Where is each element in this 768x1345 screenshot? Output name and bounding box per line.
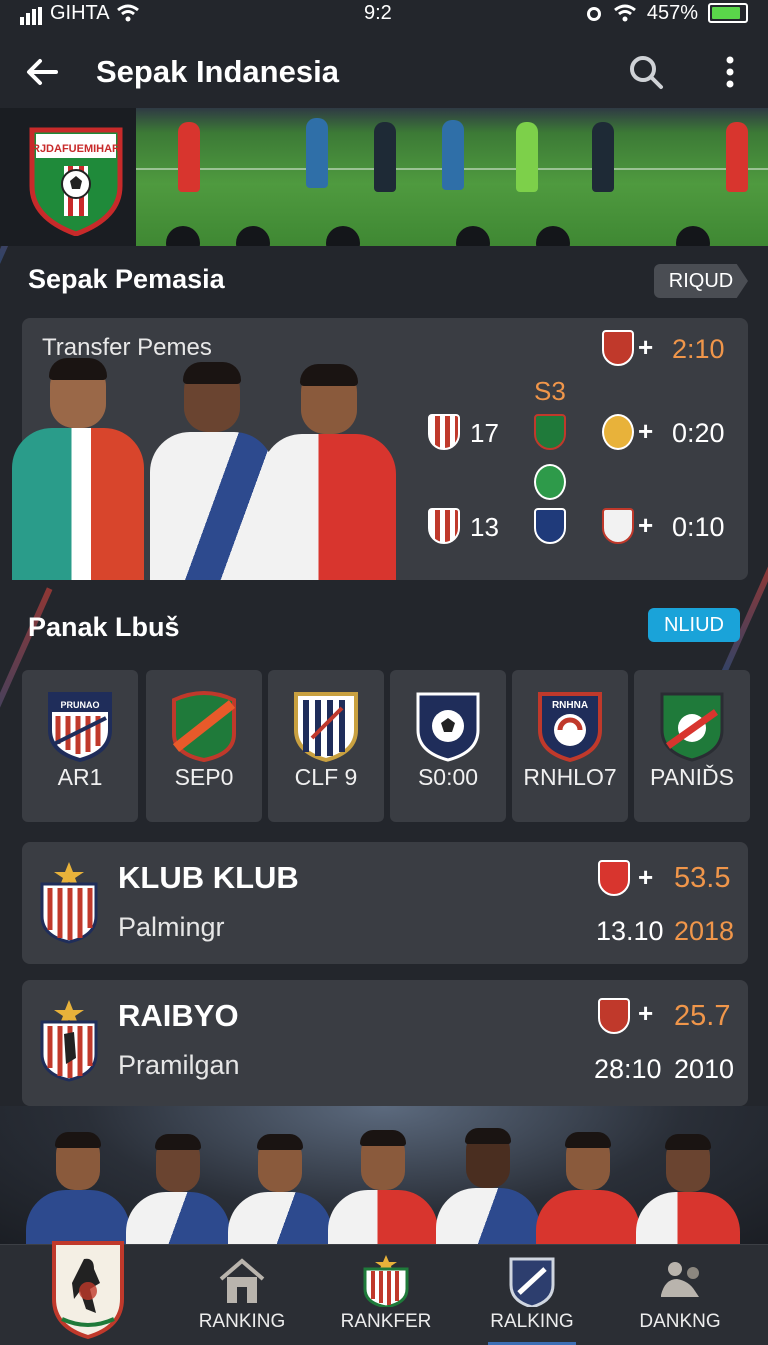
match-date: 13.10	[596, 916, 664, 946]
club-crest-icon	[534, 508, 566, 544]
club-score: 53.5	[674, 862, 731, 894]
club-tile[interactable]: PRUNAO AR1	[22, 670, 138, 822]
tile-label: AR1	[57, 764, 103, 790]
club-crest-icon: RJDAFUEMIHAR	[29, 127, 123, 236]
stadium-pitch-image	[136, 108, 768, 246]
club-crest-icon	[172, 691, 236, 762]
section-badge[interactable]: NLIUD	[648, 608, 740, 642]
club-tile[interactable]: RNHNA RNHLO7	[512, 670, 628, 822]
wifi-icon	[116, 4, 139, 22]
nav-label: RANKING	[198, 1311, 286, 1332]
plus-icon: +	[638, 998, 654, 1028]
tile-label: SEP0	[174, 764, 234, 790]
club-crest-icon	[598, 998, 630, 1034]
hero-crest-text: RJDAFUEMIHAR	[32, 143, 120, 155]
match-year: 2018	[674, 916, 735, 946]
plus-icon: +	[638, 862, 654, 892]
player-photo	[150, 362, 274, 580]
club-crest-icon	[416, 692, 480, 762]
team-photo	[0, 1106, 768, 1244]
player-number: 17	[470, 418, 499, 448]
match-date: 28:10	[594, 1054, 662, 1084]
back-arrow-icon[interactable]	[22, 52, 62, 92]
battery-icon	[708, 3, 748, 23]
club-score: 25.7	[674, 1000, 731, 1032]
nav-label: DANKNG	[639, 1311, 721, 1332]
club-tile[interactable]: S0:00	[390, 670, 506, 822]
shield-icon	[509, 1257, 555, 1307]
status-bar: GIHTA 9:2 457%	[0, 0, 768, 26]
nav-item-dankng[interactable]: DANKNG	[628, 1245, 732, 1345]
club-crest-icon: RNHNA	[538, 692, 602, 762]
section-badge[interactable]: RIQUD	[654, 264, 748, 298]
club-crest-icon: PRUNAO	[48, 692, 112, 762]
nav-item-rankfer[interactable]: RANKFER	[334, 1245, 438, 1345]
tile-label: PANIĎS	[650, 764, 734, 790]
tile-label: RNHLO7	[523, 764, 617, 790]
plus-icon: +	[638, 510, 654, 540]
app-bar: Sepak Indanesia	[0, 40, 768, 104]
club-row[interactable]: RAIBYO Pramilgan + 25.7 28:10 2010	[22, 980, 748, 1106]
more-vert-icon[interactable]	[718, 52, 742, 92]
alarm-icon	[586, 7, 601, 21]
tile-label: S0:00	[417, 764, 479, 790]
player-photo	[12, 358, 144, 580]
club-subtitle: Pramilgan	[118, 1050, 240, 1080]
plus-icon: +	[638, 416, 654, 446]
score: 0:20	[672, 418, 725, 448]
score: 2:10	[672, 334, 725, 364]
club-name: KLUB KLUB	[118, 860, 299, 895]
tile-label: CLF 9	[294, 764, 358, 790]
bottom-nav: RANKING RANKFER RALKING DANKNG	[0, 1241, 768, 1345]
player-number: 13	[470, 512, 499, 542]
club-tile[interactable]: SEP0	[146, 670, 262, 822]
club-crest-icon	[40, 862, 98, 944]
score: 0:10	[672, 512, 725, 542]
player-icon	[661, 1262, 699, 1297]
match-year: 2010	[674, 1054, 735, 1084]
center-label: S3	[534, 376, 566, 406]
player-photo	[262, 364, 396, 580]
club-crest-icon	[602, 414, 634, 450]
search-icon[interactable]	[626, 52, 666, 92]
club-crest-icon	[534, 414, 566, 450]
hero-banner: RJDAFUEMIHAR	[0, 108, 768, 246]
club-crest-icon	[598, 860, 630, 896]
club-tile[interactable]: CLF 9	[268, 670, 384, 822]
section-title: Sepak Pemasia	[28, 264, 225, 294]
nav-item-ranking[interactable]: RANKING	[190, 1245, 294, 1345]
crest-text: PRUNAO	[60, 700, 99, 710]
club-crest-icon	[660, 692, 724, 762]
signal-icon	[20, 2, 44, 25]
club-name: RAIBYO	[118, 998, 239, 1033]
carrier-label: GIHTA	[50, 1, 110, 24]
crest-text: RNHNA	[552, 700, 588, 711]
club-crest-icon	[602, 330, 634, 366]
club-crest-icon	[363, 1255, 409, 1307]
club-subtitle: Palmingr	[118, 912, 225, 942]
club-crest-icon	[602, 508, 634, 544]
nav-label: RALKING	[490, 1311, 574, 1332]
page-title: Sepak Indanesia	[96, 54, 339, 89]
club-crest-icon	[428, 508, 460, 544]
battery-label: 457%	[646, 1, 698, 24]
club-crest-icon	[294, 692, 358, 762]
club-tile[interactable]: PANIĎS	[634, 670, 750, 822]
plus-icon: +	[638, 332, 654, 362]
club-row[interactable]: KLUB KLUB Palmingr + 53.5 13.10 2018	[22, 842, 748, 964]
club-crest-icon	[40, 1000, 98, 1082]
wifi-icon	[613, 4, 636, 22]
clock: 9:2	[364, 1, 392, 24]
home-icon	[219, 1258, 265, 1303]
club-crest-icon	[428, 414, 460, 450]
club-home-icon[interactable]	[50, 1239, 126, 1339]
nav-item-ralking[interactable]: RALKING	[480, 1245, 584, 1345]
section-title: Panak Lbuš	[28, 612, 180, 642]
club-crest-icon	[534, 464, 566, 500]
transfer-card[interactable]: Transfer Pemes S3 + 2:10 17 + 0:20 13 + …	[12, 318, 748, 580]
nav-label: RANKFER	[340, 1311, 432, 1332]
